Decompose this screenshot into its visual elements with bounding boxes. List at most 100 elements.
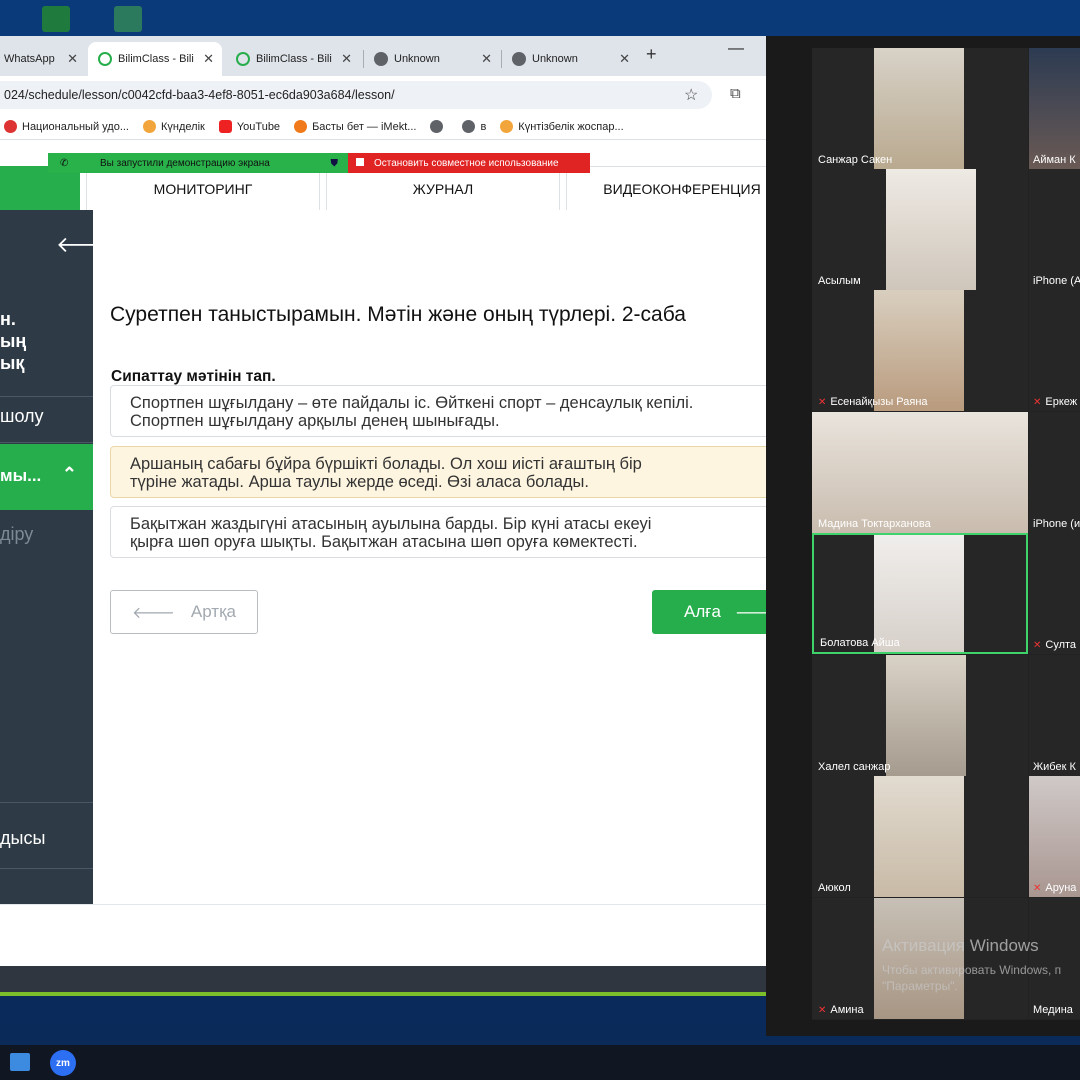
tab-whatsapp[interactable]: WhatsApp ✕ — [0, 42, 86, 76]
arrow-left-icon: 🡐 — [131, 604, 175, 622]
mic-off-icon: ✕ — [1033, 882, 1042, 894]
participant-video — [874, 776, 964, 897]
taskbar-app-icon[interactable] — [10, 1053, 30, 1071]
youtube-icon — [218, 120, 232, 133]
close-icon[interactable]: ✕ — [67, 51, 86, 67]
next-button[interactable]: Алға 🡒 — [652, 590, 766, 634]
bilimclass-icon — [236, 52, 250, 66]
tab-videoconference[interactable]: ВИДЕОКОНФЕРЕНЦИЯ — [566, 166, 766, 210]
zoom-taskbar-icon[interactable]: zm — [50, 1050, 76, 1076]
windows-activation-watermark: Активация Windows — [882, 936, 1039, 955]
back-button-label: Артқа — [190, 602, 236, 621]
participant-video — [812, 412, 1028, 533]
tab-separator — [363, 50, 364, 68]
bookmark-item[interactable] — [430, 120, 448, 133]
answer-option-1[interactable]: Спортпен шұғылдану – өте пайдалы іс. Өйт… — [110, 385, 766, 437]
answer-line: қырға шөп оруға шықты. Бақытжан атасына … — [130, 533, 638, 551]
stop-share-label: Остановить совместное использование — [374, 157, 559, 169]
divider — [0, 442, 93, 443]
participant-tile[interactable]: Асылым — [812, 169, 1028, 290]
browser-window: WhatsApp ✕ BilimClass - Bili ✕ BilimClas… — [0, 36, 766, 996]
bookmark-star-icon[interactable]: ☆ — [684, 85, 698, 105]
new-tab-button[interactable]: + — [646, 44, 657, 65]
taskbar: zm — [0, 1045, 1080, 1080]
tab-unknown-1[interactable]: Unknown ✕ — [366, 42, 500, 76]
bilimclass-icon — [98, 52, 112, 66]
globe-icon — [430, 120, 444, 133]
url-field[interactable]: 024/schedule/lesson/c0042cfd-baa3-4ef8-8… — [0, 81, 712, 109]
tab-unknown-2[interactable]: Unknown ✕ — [504, 42, 638, 76]
bookmark-item[interactable]: Күнтізбелік жоспар... — [500, 120, 624, 133]
course-title-line: ық — [0, 353, 25, 373]
close-icon[interactable]: ✕ — [341, 51, 360, 67]
footer-band — [0, 966, 766, 996]
close-icon[interactable]: ✕ — [203, 51, 222, 67]
sidebar-item-active[interactable]: мы... ⌃ — [0, 444, 93, 510]
tab-bilimclass-active[interactable]: BilimClass - Bili ✕ — [88, 42, 222, 76]
phone-icon: ✆ — [60, 157, 69, 169]
divider — [0, 868, 93, 869]
participant-tile[interactable]: Айман К — [1029, 48, 1080, 169]
divider — [0, 802, 93, 803]
participant-name: Санжар Сакен — [818, 154, 893, 166]
tab-bilimclass[interactable]: BilimClass - Bili ✕ — [226, 42, 360, 76]
extensions-icon[interactable]: ⧉ — [730, 85, 741, 102]
stop-share-button[interactable]: Остановить совместное использование — [348, 153, 590, 173]
answer-option-3[interactable]: Бақытжан жаздыгүні атасының ауылына бард… — [110, 506, 766, 558]
answer-option-2-selected[interactable]: Аршаның сабағы бұйра бүршікті болады. Ол… — [110, 446, 766, 498]
tab-strip: WhatsApp ✕ BilimClass - Bili ✕ BilimClas… — [0, 36, 766, 76]
close-icon[interactable]: ✕ — [619, 51, 638, 67]
participant-tile-speaking[interactable]: Болатова Айша — [812, 533, 1028, 654]
bookmark-label: в — [480, 120, 487, 133]
participant-tile[interactable]: iPhone (А — [1029, 169, 1080, 290]
bookmark-label: YouTube — [236, 120, 281, 133]
participant-tile[interactable]: Медина — [1029, 898, 1080, 1019]
bookmark-label: Басты бет — iMekt... — [312, 120, 417, 133]
participant-tile[interactable]: iPhone (и — [1029, 412, 1080, 533]
participant-tile[interactable]: ✕ Аруна — [1029, 776, 1080, 897]
chevron-up-icon: ⌃ — [61, 464, 77, 484]
answer-line: Спортпен шұғылдану – өте пайдалы іс. Өйт… — [130, 394, 694, 412]
answer-line: Бақытжан жаздыгүні атасының ауылына бард… — [130, 515, 652, 533]
sidebar: 🡐 н. ың ық шолу мы... ⌃ діру • • • • • д… — [0, 210, 93, 904]
participant-tile[interactable]: ✕ Есенайқызы Раяна — [812, 290, 1028, 411]
participant-name: Халел санжар — [818, 761, 891, 773]
participant-name: Мадина Токтарханова — [818, 518, 931, 530]
bookmark-item[interactable]: Басты бет — iMekt... — [294, 120, 416, 133]
participant-video — [874, 290, 964, 411]
participant-name: ✕ Аруна — [1033, 882, 1077, 894]
participant-name: Аюкол — [818, 882, 851, 894]
participant-tile[interactable]: Аюкол — [812, 776, 1028, 897]
participant-tile[interactable]: Санжар Сакен — [812, 48, 1028, 169]
participant-tile[interactable]: Мадина Токтарханова — [812, 412, 1028, 533]
kundelik-icon — [500, 120, 514, 133]
project-file-icon[interactable] — [114, 6, 142, 32]
participant-name: ✕ Еркеж — [1033, 396, 1078, 408]
back-arrow-icon[interactable]: 🡐 — [56, 232, 93, 258]
participant-tile[interactable]: Халел санжар — [812, 655, 1028, 776]
bookmark-item[interactable]: YouTube — [218, 120, 281, 133]
sidebar-item-overview[interactable]: шолу — [0, 406, 44, 427]
imektep-icon — [294, 120, 308, 133]
participant-name: iPhone (и — [1033, 518, 1080, 530]
participant-tile[interactable]: ✕ Амина — [812, 898, 1028, 1019]
participant-video — [874, 48, 964, 169]
tab-label: BilimClass - Bili — [256, 53, 332, 65]
bookmark-item[interactable]: Национальный удо... — [4, 120, 129, 133]
participant-tile[interactable]: Жибек К — [1029, 655, 1080, 776]
participant-tile[interactable]: ✕ Султа — [1029, 533, 1080, 654]
sidebar-active-label: мы... — [0, 466, 42, 485]
course-title: н. ың ық — [0, 308, 93, 374]
bookmarks-bar: Национальный удо... Күнделік YouTube Бас… — [0, 114, 766, 140]
tab-label: Unknown — [394, 53, 440, 65]
sidebar-subitem[interactable]: діру — [0, 524, 33, 545]
bookmark-item[interactable]: в — [462, 120, 486, 133]
minimize-button[interactable]: — — [728, 40, 744, 58]
address-bar: 024/schedule/lesson/c0042cfd-baa3-4ef8-8… — [0, 76, 766, 114]
sidebar-item-bottom[interactable]: дысы — [0, 828, 45, 849]
bookmark-item[interactable]: Күнделік — [143, 120, 205, 133]
excel-file-icon[interactable] — [42, 6, 70, 32]
close-icon[interactable]: ✕ — [481, 51, 500, 67]
back-button[interactable]: 🡐 Артқа — [110, 590, 258, 634]
participant-tile[interactable]: ✕ Еркеж — [1029, 290, 1080, 411]
